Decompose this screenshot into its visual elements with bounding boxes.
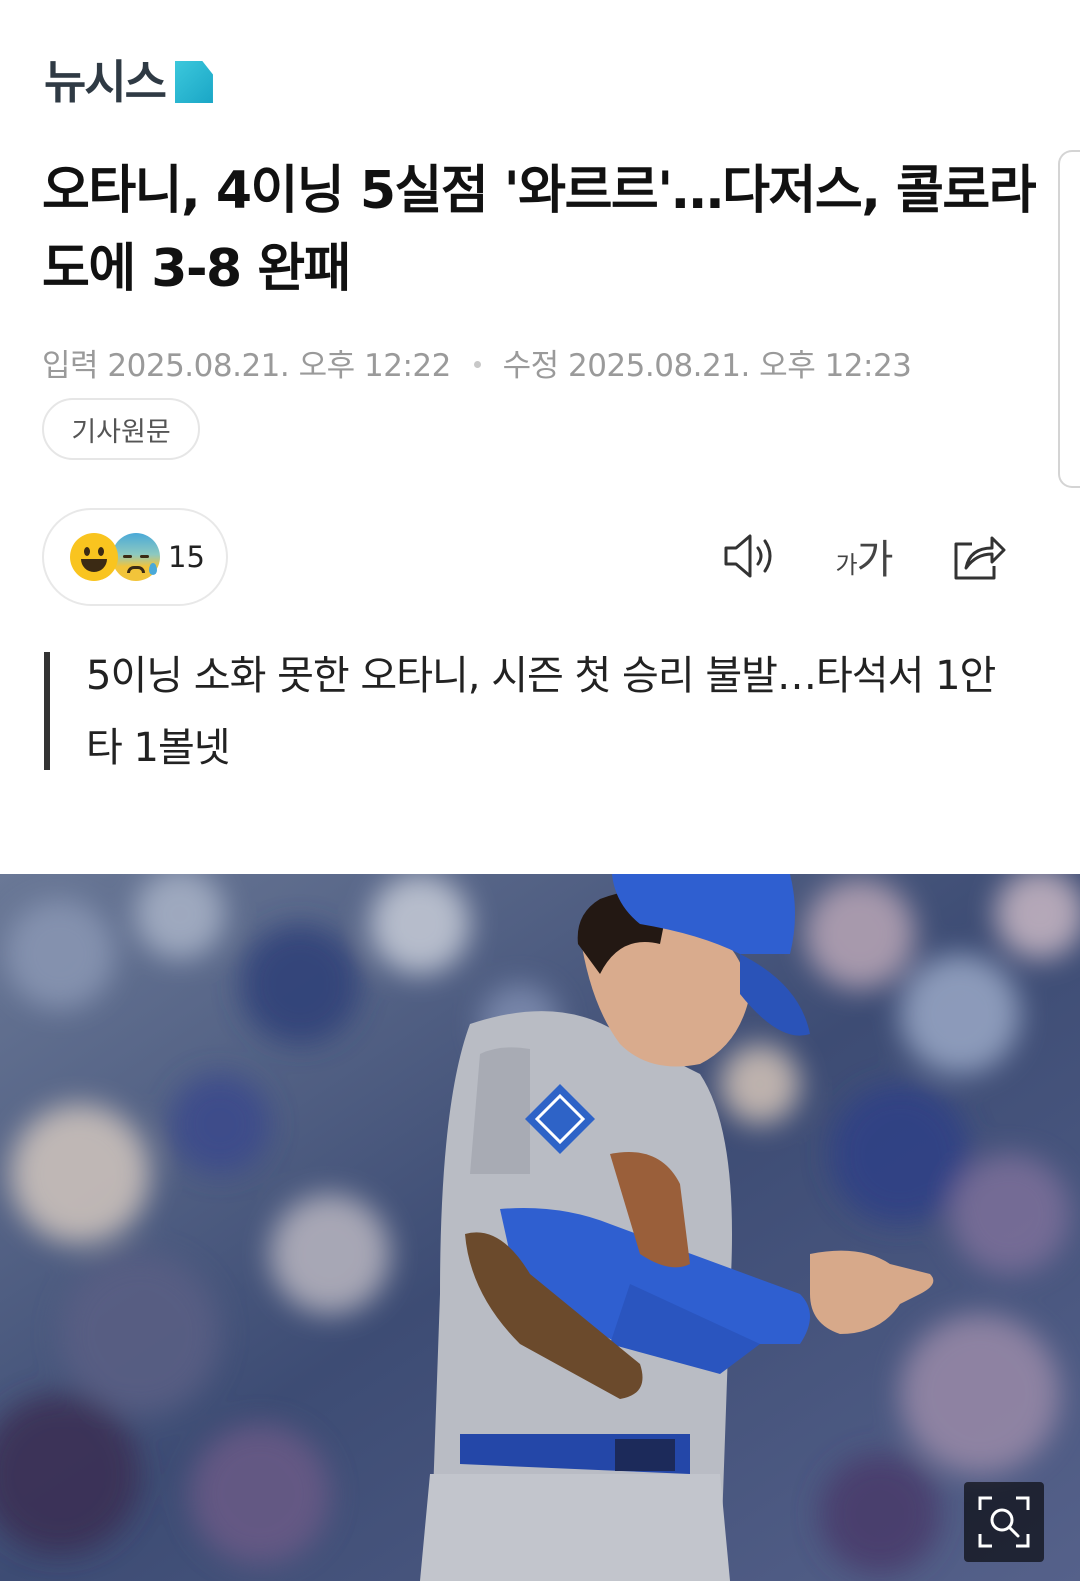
article-subheadline: 5이닝 소화 못한 오타니, 시즌 첫 승리 불발…타석서 1안타 1볼넷 — [44, 652, 1024, 771]
share-button[interactable] — [948, 526, 1008, 586]
pitcher-photo — [0, 874, 1080, 1581]
photo-zoom-button[interactable] — [964, 1482, 1044, 1562]
side-panel-tab[interactable] — [1058, 150, 1080, 488]
published-time: 2025.08.21. 오후 12:22 — [107, 348, 451, 384]
font-size-icon: 가가 — [835, 537, 894, 583]
logo-text: 뉴시스 — [44, 55, 167, 109]
reactions-button[interactable]: 15 — [42, 508, 228, 606]
reaction-count: 15 — [168, 540, 205, 574]
modified-label: 수정 — [502, 348, 560, 384]
subheadline-text: 5이닝 소화 못한 오타니, 시즌 첫 승리 불발…타석서 1안타 1볼넷 — [86, 653, 996, 771]
article-photo[interactable] — [0, 874, 1080, 1581]
site-logo[interactable]: 뉴시스 — [44, 56, 213, 108]
logo-mark-icon — [174, 61, 213, 103]
share-icon — [954, 536, 1006, 580]
separator-dot — [474, 361, 482, 368]
smile-emoji-icon — [70, 533, 118, 581]
text-to-speech-button[interactable] — [720, 526, 780, 586]
speaker-icon — [724, 534, 772, 578]
zoom-search-icon — [978, 1496, 1030, 1548]
article-timestamps: 입력 2025.08.21. 오후 12:22 수정 2025.08.21. 오… — [42, 340, 912, 385]
font-size-button[interactable]: 가가 — [834, 526, 894, 586]
sad-sweat-emoji-icon — [112, 533, 160, 581]
published-label: 입력 — [42, 348, 99, 384]
original-article-button[interactable]: 기사원문 — [42, 398, 200, 460]
modified-time: 2025.08.21. 오후 12:23 — [567, 348, 912, 384]
article-headline: 오타니, 4이닝 5실점 '와르르'…다저스, 콜로라도에 3-8 완패 — [42, 161, 1037, 299]
